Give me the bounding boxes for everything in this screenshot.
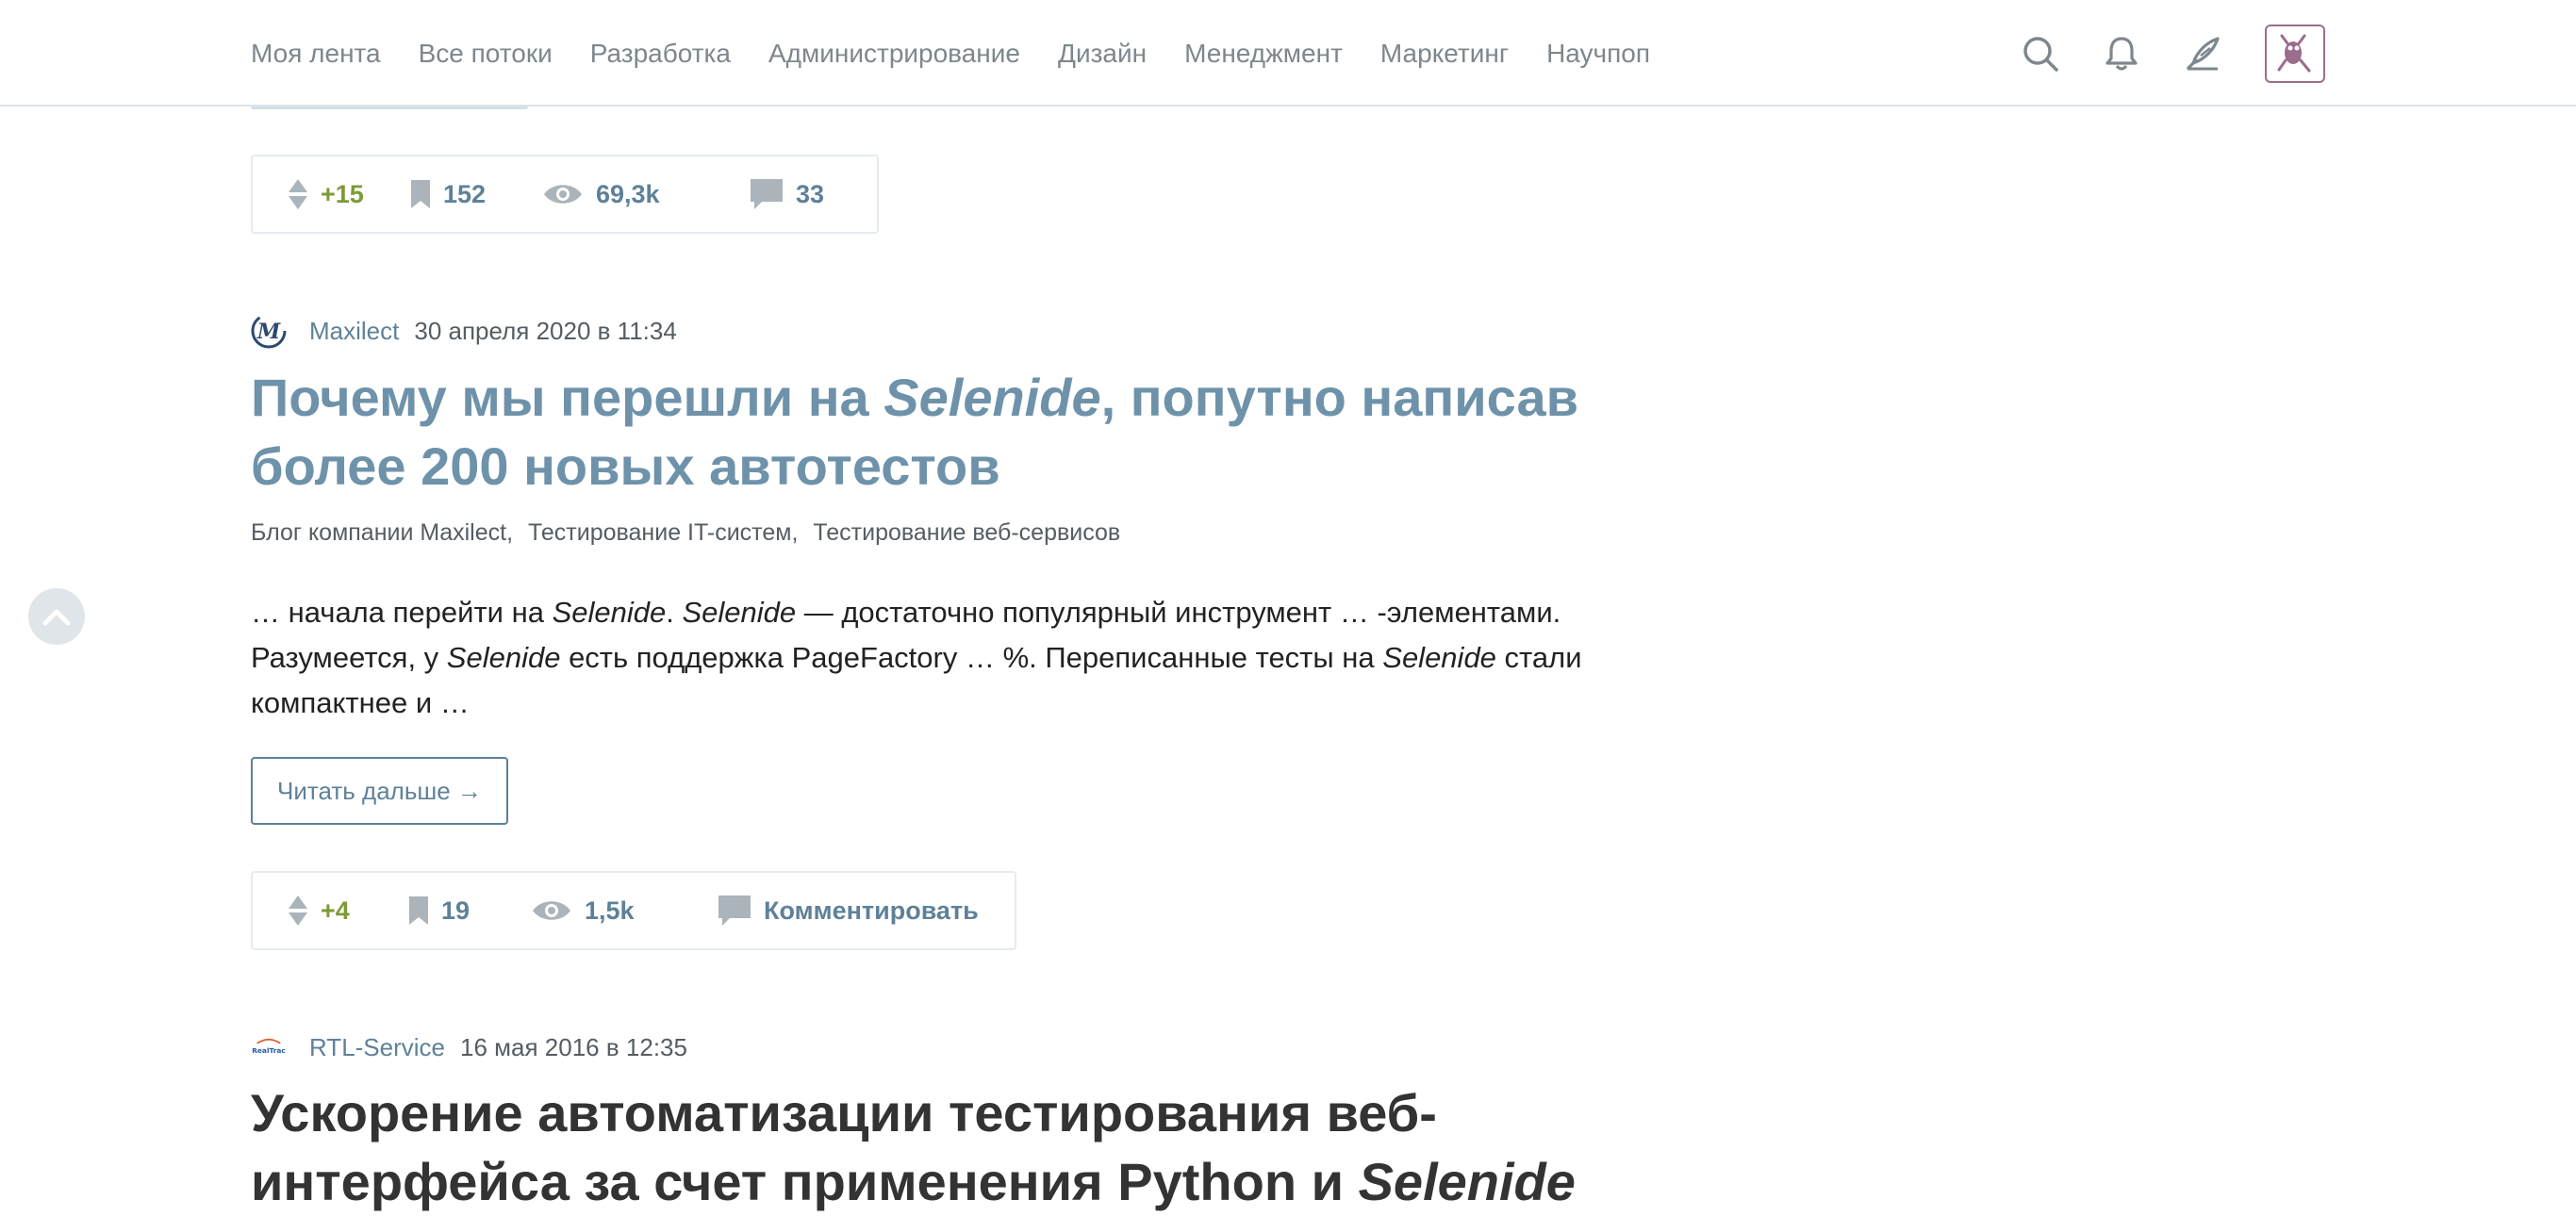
company-link[interactable]: RTL-Service — [309, 1033, 445, 1062]
company-link[interactable]: Maxilect — [309, 317, 399, 346]
bell-icon[interactable] — [2103, 35, 2140, 73]
article-title-link[interactable]: Ускорение автоматизации тестирования веб… — [251, 1083, 1576, 1211]
prev-article-stats: +15 152 69,3k 33 — [251, 155, 879, 234]
nav-item-all-streams[interactable]: Все потоки — [419, 39, 553, 69]
realtrac-logo-text: RealTrac — [252, 1046, 286, 1055]
excerpt-emphasis: Selenide — [682, 596, 797, 629]
prev-bookmarks-value: 152 — [443, 179, 487, 208]
prev-comments-value: 33 — [796, 179, 825, 208]
excerpt-text: … начала перейти на — [251, 596, 553, 629]
hub-it-testing[interactable]: Тестирование IT-систем, — [528, 519, 798, 547]
avatar[interactable] — [2265, 24, 2325, 83]
header-actions — [2022, 0, 2325, 107]
prev-views-value: 69,3k — [596, 179, 660, 208]
title-text: Ускорение автоматизации тестирования веб… — [251, 1083, 1437, 1211]
hub-company-blog[interactable]: Блог компании Maxilect, — [251, 519, 513, 547]
top-header: Моя лента Все потоки Разработка Админист… — [0, 0, 2576, 107]
nav-item-design[interactable]: Дизайн — [1058, 39, 1147, 69]
nav-item-administration[interactable]: Администрирование — [768, 39, 1020, 69]
prev-views: 69,3k — [543, 180, 751, 209]
excerpt-text: . — [666, 596, 683, 629]
svg-text:M: M — [256, 320, 281, 344]
pen-icon[interactable] — [2184, 35, 2221, 73]
chevron-up-icon — [42, 609, 71, 626]
read-more-button[interactable]: Читать дальше → — [251, 757, 508, 825]
score-arrows-icon — [289, 896, 307, 926]
nav-item-marketing[interactable]: Маркетинг — [1380, 39, 1509, 69]
scroll-to-top-button[interactable] — [28, 588, 85, 645]
realtrac-logo-icon[interactable]: RealTrac — [251, 1029, 287, 1065]
eye-icon — [533, 901, 570, 920]
comment-link[interactable]: Комментировать — [718, 896, 979, 926]
search-icon[interactable] — [2022, 35, 2059, 73]
hubs-list: Блог компании Maxilect, Тестирование IT-… — [251, 519, 1120, 547]
eye-icon — [544, 185, 582, 204]
comment-icon — [751, 179, 783, 209]
article-excerpt: … начала перейти на Selenide. Selenide —… — [251, 590, 1722, 726]
publish-date: 30 апреля 2020 в 11:34 — [414, 316, 677, 345]
views: 1,5k — [532, 896, 718, 926]
views-value: 1,5k — [585, 896, 635, 925]
nav-item-development[interactable]: Разработка — [590, 39, 731, 69]
article-stats: +4 19 1,5k Комментировать — [251, 871, 1016, 950]
nav-item-popsci[interactable]: Научпоп — [1546, 39, 1650, 69]
bookmark-icon — [409, 896, 428, 925]
bookmark-icon — [411, 180, 430, 208]
maxilect-logo-icon[interactable]: M — [251, 313, 287, 349]
title-text: Почему мы перешли на — [251, 368, 884, 427]
prev-comments[interactable]: 33 — [751, 179, 824, 209]
article-meta: M Maxilect 30 апреля 2020 в 11:34 — [251, 313, 677, 349]
hub-web-testing[interactable]: Тестирование веб-сервисов — [813, 519, 1120, 547]
comment-icon — [718, 896, 751, 926]
score-value: +4 — [321, 896, 350, 925]
excerpt-emphasis: Selenide — [446, 641, 561, 674]
main-nav: Моя лента Все потоки Разработка Админист… — [251, 0, 1650, 107]
nav-item-my-feed[interactable]: Моя лента — [251, 39, 381, 69]
prev-bookmarks[interactable]: 152 — [411, 180, 543, 209]
publish-date: 16 мая 2016 в 12:35 — [460, 1032, 687, 1061]
title-emphasis: Selenide — [883, 368, 1101, 427]
prev-score-value: +15 — [321, 179, 364, 208]
score[interactable]: +4 — [289, 896, 409, 926]
article-meta: RealTrac RTL-Service 16 мая 2016 в 12:35 — [251, 1029, 687, 1065]
excerpt-emphasis: Selenide — [552, 596, 667, 629]
excerpt-emphasis: Selenide — [1382, 641, 1496, 674]
article-title-link[interactable]: Почему мы перешли на Selenide, попутно н… — [251, 368, 1578, 496]
bookmarks-value: 19 — [441, 896, 471, 925]
article-title: Почему мы перешли на Selenide, попутно н… — [251, 363, 1722, 501]
bookmarks[interactable]: 19 — [409, 896, 532, 926]
article-title: Ускорение автоматизации тестирования веб… — [251, 1078, 1722, 1216]
score-arrows-icon — [289, 179, 307, 209]
comment-label: Комментировать — [764, 896, 979, 925]
nav-item-management[interactable]: Менеджмент — [1184, 39, 1343, 69]
title-emphasis: Selenide — [1358, 1152, 1576, 1211]
prev-score[interactable]: +15 — [289, 179, 411, 209]
excerpt-text: есть поддержка PageFactory … %. Переписа… — [560, 641, 1383, 674]
